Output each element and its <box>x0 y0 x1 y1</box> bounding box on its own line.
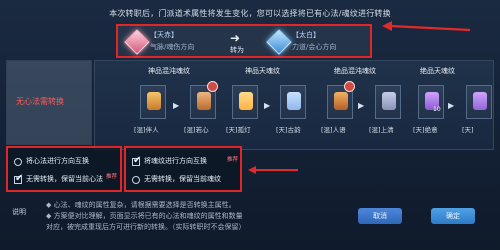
gem-caption: [混]人语 <box>321 126 346 134</box>
gem-icon <box>334 92 348 110</box>
gem-icon <box>382 92 396 110</box>
badge-icon <box>344 81 355 92</box>
gem-icon <box>287 92 301 110</box>
gem-card[interactable]: 10 <box>418 85 444 119</box>
option-radio[interactable] <box>14 158 22 166</box>
badge-icon <box>207 81 218 92</box>
option-label: 将魂纹进行方向互换 <box>144 157 207 165</box>
arrow-icon: ▶ <box>264 101 271 110</box>
from-crystal-icon <box>124 29 150 55</box>
to-desc: 力道/会心方向 <box>292 43 337 51</box>
gem-level: 10 <box>433 106 441 113</box>
to-crystal-icon <box>266 29 292 55</box>
recommend-tag: 推荐 <box>227 157 239 163</box>
column-title: 绝品混沌魂纹 <box>334 67 376 75</box>
cancel-button[interactable]: 取消 <box>358 208 402 224</box>
gem-card[interactable] <box>466 85 492 119</box>
from-desc: 气脉/魂伤方向 <box>150 43 195 51</box>
gem-card[interactable] <box>280 85 306 119</box>
gem-icon <box>239 92 253 110</box>
option-radio[interactable] <box>132 176 140 184</box>
notes-line-1: ◆ 心法、魂纹的属性复杂，请根据需要选择是否转换主属性。 <box>46 201 236 209</box>
notes-label: 说明 <box>12 208 26 216</box>
notes-line-2: ◆ 方案便对比理解，页面显示将已有的心法和魂纹的属性和数量 <box>46 212 243 220</box>
option-checkbox[interactable] <box>132 155 141 166</box>
column-title: 神品混沌魂纹 <box>148 67 190 75</box>
gem-icon <box>147 92 161 110</box>
arrow-icon: ▶ <box>358 101 365 110</box>
convert-label: 转为 <box>230 46 244 54</box>
arrow-icon: ▶ <box>448 101 455 110</box>
heart-method-options: 将心法进行方向互换 无需转换，保留当前心法 推荐 <box>6 146 122 192</box>
option-label: 无需转换，保留当前心法 <box>26 175 103 183</box>
recommend-tag: 推荐 <box>106 174 118 180</box>
gem-card[interactable] <box>375 85 401 119</box>
no-conversion-label: 无心法需转换 <box>16 97 64 106</box>
gem-pattern-options: 将魂纹进行方向互换 推荐 无需转换，保留当前魂纹 <box>124 146 242 192</box>
conversion-dialog: 本次转职后，门派道术属性将发生变化，您可以选择将已有心法/魂纹进行转换 【天赤】… <box>0 0 500 250</box>
gem-caption: [天]孤灯 <box>226 126 251 134</box>
red-arrow-annotation-top <box>382 21 471 32</box>
gem-card[interactable] <box>190 81 218 119</box>
gem-card[interactable] <box>140 85 166 119</box>
gem-caption: [混]若心 <box>184 126 209 134</box>
gem-icon <box>473 92 487 110</box>
conversion-summary: 【天赤】 气脉/魂伤方向 ➜ 转为 【太白】 力道/会心方向 <box>116 24 372 58</box>
gem-caption: [天]绝意 <box>413 126 438 134</box>
confirm-button[interactable]: 确定 <box>431 208 475 224</box>
gem-card[interactable] <box>232 85 258 119</box>
gem-caption: [天]古韵 <box>276 126 301 134</box>
column-title: 神品天魂纹 <box>245 67 280 75</box>
option-label: 将心法进行方向互换 <box>26 157 89 165</box>
gem-caption: [混]伴人 <box>134 126 159 134</box>
gem-caption: [天] <box>462 126 474 134</box>
convert-arrow-icon: ➜ <box>230 31 241 45</box>
arrow-icon: ▶ <box>173 101 180 110</box>
column-title: 绝品天魂纹 <box>420 67 455 75</box>
to-title: 【太白】 <box>292 31 320 39</box>
notes-line-3: 对应，被完成重现后方可进行新的转换。（实际转职时不会保留） <box>46 223 246 231</box>
gem-card[interactable] <box>327 81 355 119</box>
from-title: 【天赤】 <box>150 31 178 39</box>
gem-caption: [混]上清 <box>369 126 394 134</box>
option-checkbox[interactable] <box>14 173 23 184</box>
option-label: 无需转换，保留当前魂纹 <box>144 175 221 183</box>
red-arrow-annotation-bottom <box>248 166 298 174</box>
dialog-header: 本次转职后，门派道术属性将发生变化，您可以选择将已有心法/魂纹进行转换 <box>109 9 391 18</box>
gem-icon <box>197 92 211 110</box>
